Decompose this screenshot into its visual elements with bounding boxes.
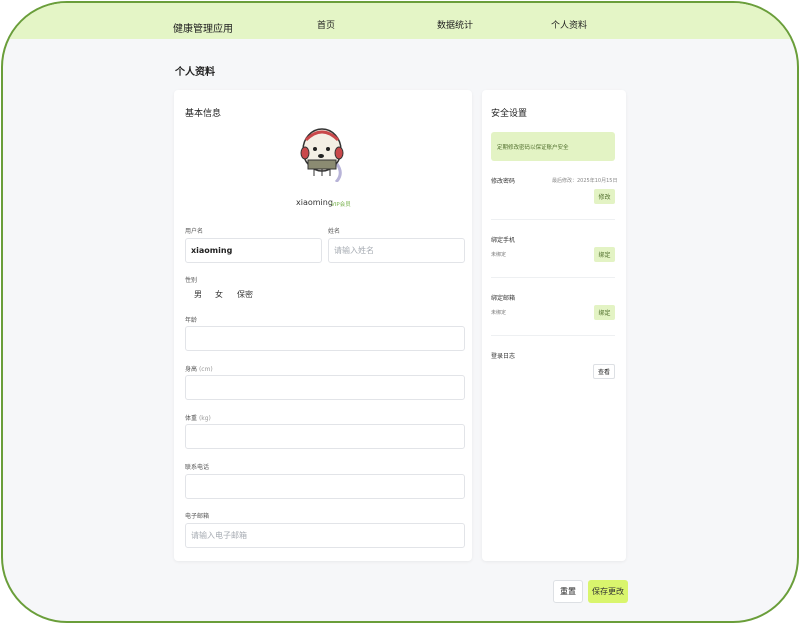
divider: [491, 335, 615, 336]
name-field[interactable]: 请输入姓名: [328, 238, 465, 263]
email-field[interactable]: 请输入电子邮箱: [185, 523, 465, 548]
email-label: 电子邮箱: [185, 513, 210, 520]
page-title: 个人资料: [175, 67, 215, 78]
divider: [491, 219, 615, 220]
avatar-image: [300, 128, 344, 184]
avatar[interactable]: [300, 126, 346, 184]
bind-email-status: 未绑定: [491, 310, 507, 316]
gender-option-male[interactable]: 男: [194, 289, 202, 300]
reset-button[interactable]: 重置: [553, 580, 583, 603]
age-field[interactable]: [185, 326, 465, 351]
view-log-button[interactable]: 查看: [593, 364, 615, 379]
top-nav-bar: 健康管理应用 首页 数据统计 个人资料: [3, 3, 797, 39]
save-button[interactable]: 保存更改: [588, 580, 628, 603]
phone-field[interactable]: [185, 474, 465, 499]
name-label: 姓名: [328, 228, 341, 235]
nav-stats[interactable]: 数据统计: [437, 18, 473, 31]
security-card: 安全设置 定期修改密码以保证账户安全 修改密码 最后修改：2025年10月15日…: [482, 90, 626, 561]
app-title: 健康管理应用: [173, 24, 233, 35]
vip-badge: VIP会员: [331, 202, 351, 208]
weight-field[interactable]: [185, 424, 465, 449]
phone-label: 联系电话: [185, 464, 210, 471]
bind-phone-label: 绑定手机: [491, 237, 516, 244]
height-label: 身高 (cm): [185, 366, 213, 373]
bind-phone-button[interactable]: 绑定: [594, 247, 615, 262]
app-window: 健康管理应用 首页 数据统计 个人资料 个人资料 基本信息 xiaoming V…: [1, 1, 799, 623]
username-field[interactable]: xiaoming: [185, 238, 322, 263]
username-label: 用户名: [185, 228, 204, 235]
nav-profile[interactable]: 个人资料: [551, 18, 587, 31]
height-field[interactable]: [185, 375, 465, 400]
nav-home[interactable]: 首页: [317, 18, 335, 31]
password-last-modified: 最后修改：2025年10月15日: [552, 178, 618, 184]
profile-username: xiaoming: [296, 198, 333, 207]
weight-label: 体重 (kg): [185, 415, 211, 422]
gender-option-female[interactable]: 女: [215, 289, 223, 300]
change-password-button[interactable]: 修改: [594, 189, 615, 204]
basic-info-title: 基本信息: [185, 109, 222, 119]
bind-email-button[interactable]: 绑定: [594, 305, 615, 320]
security-title: 安全设置: [491, 109, 528, 119]
gender-label: 性别: [185, 277, 198, 284]
gender-option-secret[interactable]: 保密: [237, 289, 253, 300]
change-password-label: 修改密码: [491, 178, 516, 185]
age-label: 年龄: [185, 317, 198, 324]
bind-email-label: 绑定邮箱: [491, 295, 516, 302]
basic-info-card: 基本信息 xiaoming VIP会员 用户名 xiaoming 姓名 请输入姓…: [174, 90, 472, 561]
security-notice: 定期修改密码以保证账户安全: [491, 132, 615, 161]
divider: [491, 277, 615, 278]
bind-phone-status: 未绑定: [491, 252, 507, 258]
login-log-label: 登录日志: [491, 353, 516, 360]
